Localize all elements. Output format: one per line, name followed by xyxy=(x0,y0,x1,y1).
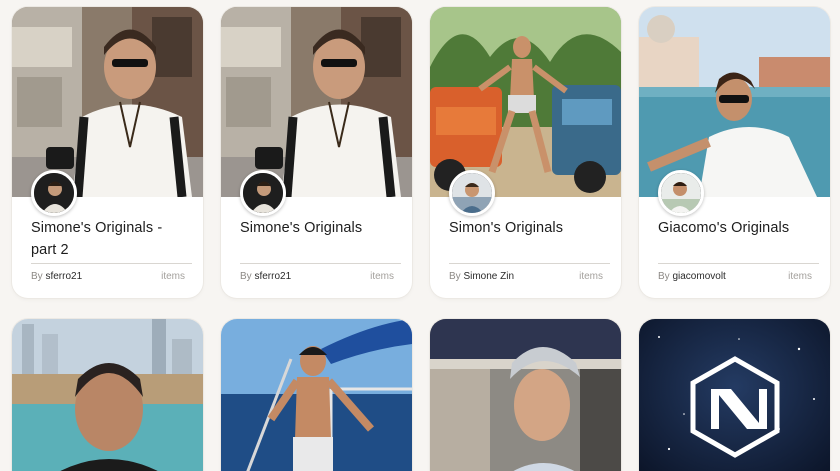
by-label: By xyxy=(449,271,461,282)
collection-meta: By sferro21 items xyxy=(31,271,185,282)
creator-name[interactable]: Simone Zin xyxy=(463,271,514,282)
collection-card[interactable] xyxy=(430,319,621,471)
collection-title[interactable]: Simon's Originals xyxy=(449,217,609,239)
collection-cover-image xyxy=(12,7,203,197)
items-count: items xyxy=(370,271,394,282)
collection-cover-image xyxy=(430,7,621,197)
collection-cover-image xyxy=(639,319,830,471)
by-label: By xyxy=(240,271,252,282)
collection-cover-image xyxy=(639,7,830,197)
divider xyxy=(240,263,401,264)
collection-card[interactable] xyxy=(639,319,830,471)
collection-card[interactable] xyxy=(221,319,412,471)
by-label: By xyxy=(658,271,670,282)
creator-name[interactable]: sferro21 xyxy=(45,271,82,282)
collections-grid: Simone's Originals - part 2 By sferro21 … xyxy=(0,0,840,471)
collection-card[interactable]: Simone's Originals By sferro21 items xyxy=(221,7,412,298)
creator-name[interactable]: sferro21 xyxy=(254,271,291,282)
creator-avatar[interactable] xyxy=(240,170,286,216)
items-count: items xyxy=(161,271,185,282)
by-label: By xyxy=(31,271,43,282)
collection-card[interactable] xyxy=(12,319,203,471)
creator-avatar[interactable] xyxy=(449,170,495,216)
collection-card[interactable]: Giacomo's Originals By giacomovolt items xyxy=(639,7,830,298)
collection-meta: By sferro21 items xyxy=(240,271,394,282)
collection-title[interactable]: Simone's Originals xyxy=(240,217,400,239)
collection-cover-image xyxy=(221,7,412,197)
creator-byline[interactable]: By sferro21 xyxy=(31,271,82,282)
collection-card[interactable]: Simon's Originals By Simone Zin items xyxy=(430,7,621,298)
creator-avatar[interactable] xyxy=(31,170,77,216)
collection-title[interactable]: Giacomo's Originals xyxy=(658,217,818,239)
collection-cover-image xyxy=(221,319,412,471)
divider xyxy=(31,263,192,264)
collection-cover-image xyxy=(12,319,203,471)
divider xyxy=(658,263,819,264)
creator-avatar[interactable] xyxy=(658,170,704,216)
divider xyxy=(449,263,610,264)
items-count: items xyxy=(788,271,812,282)
collection-meta: By Simone Zin items xyxy=(449,271,603,282)
creator-name[interactable]: giacomovolt xyxy=(672,271,725,282)
collection-card[interactable]: Simone's Originals - part 2 By sferro21 … xyxy=(12,7,203,298)
collection-cover-image xyxy=(430,319,621,471)
collection-title[interactable]: Simone's Originals - part 2 xyxy=(31,217,191,261)
creator-byline[interactable]: By sferro21 xyxy=(240,271,291,282)
creator-byline[interactable]: By Simone Zin xyxy=(449,271,514,282)
items-count: items xyxy=(579,271,603,282)
collection-meta: By giacomovolt items xyxy=(658,271,812,282)
creator-byline[interactable]: By giacomovolt xyxy=(658,271,726,282)
